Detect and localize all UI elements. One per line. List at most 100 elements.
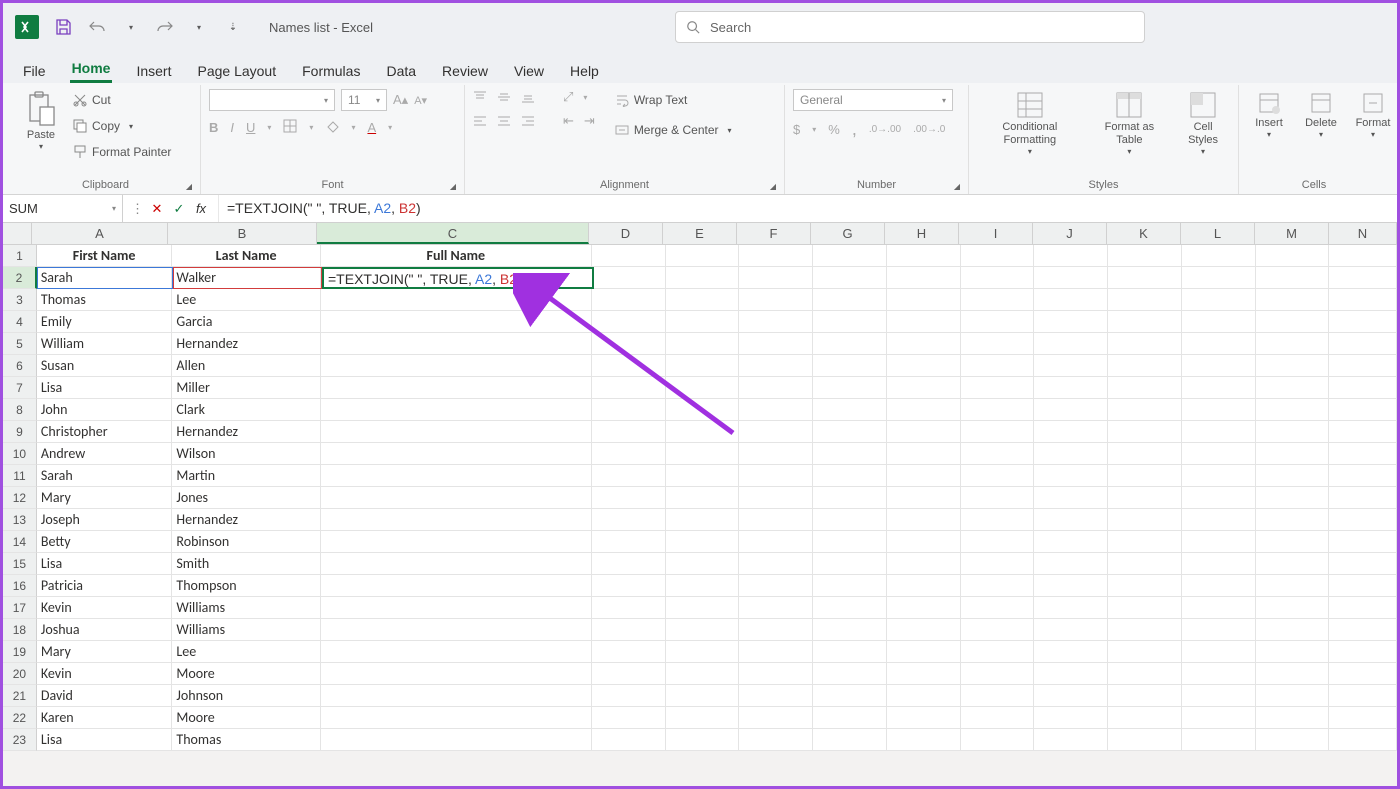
cell-K9[interactable] <box>1108 421 1182 443</box>
cell-N8[interactable] <box>1329 399 1397 421</box>
cell-L8[interactable] <box>1182 399 1256 421</box>
align-center-icon[interactable] <box>497 114 511 128</box>
cell-M14[interactable] <box>1256 531 1330 553</box>
cell-N11[interactable] <box>1329 465 1397 487</box>
cell-F23[interactable] <box>739 729 813 751</box>
increase-indent-icon[interactable]: ⇥ <box>584 113 595 129</box>
cell-K23[interactable] <box>1108 729 1182 751</box>
paste-button[interactable]: Paste ▾ <box>19 89 63 154</box>
cell-I6[interactable] <box>961 355 1035 377</box>
cell-G2[interactable] <box>813 267 887 289</box>
cell-J6[interactable] <box>1034 355 1108 377</box>
cell-I23[interactable] <box>961 729 1035 751</box>
formula-input[interactable]: =TEXTJOIN(" ", TRUE, A2, B2) <box>219 200 1397 217</box>
cell-M6[interactable] <box>1256 355 1330 377</box>
cell-J14[interactable] <box>1034 531 1108 553</box>
cell-C19[interactable] <box>321 641 592 663</box>
cell-N3[interactable] <box>1329 289 1397 311</box>
cell-H16[interactable] <box>887 575 961 597</box>
cell-D23[interactable] <box>592 729 666 751</box>
cell-M23[interactable] <box>1256 729 1330 751</box>
cell-E11[interactable] <box>666 465 740 487</box>
cell-B7[interactable]: Miller <box>172 377 320 399</box>
tab-home[interactable]: Home <box>70 56 113 83</box>
cell-I1[interactable] <box>961 245 1035 267</box>
cell-H13[interactable] <box>887 509 961 531</box>
cell-G20[interactable] <box>813 663 887 685</box>
cell-B4[interactable]: Garcia <box>172 311 320 333</box>
cell-B1[interactable]: Last Name <box>172 245 320 267</box>
cell-A8[interactable]: John <box>37 399 173 421</box>
decrease-font-icon[interactable]: A▾ <box>414 94 427 107</box>
row-header-4[interactable]: 4 <box>3 311 37 333</box>
save-icon[interactable] <box>51 15 75 39</box>
cell-E4[interactable] <box>666 311 740 333</box>
cell-J17[interactable] <box>1034 597 1108 619</box>
cell-G3[interactable] <box>813 289 887 311</box>
redo-icon[interactable] <box>153 15 177 39</box>
cell-F12[interactable] <box>739 487 813 509</box>
cell-I13[interactable] <box>961 509 1035 531</box>
cell-F14[interactable] <box>739 531 813 553</box>
cell-M21[interactable] <box>1256 685 1330 707</box>
cell-I10[interactable] <box>961 443 1035 465</box>
cell-F21[interactable] <box>739 685 813 707</box>
row-header-19[interactable]: 19 <box>3 641 37 663</box>
cell-E7[interactable] <box>666 377 740 399</box>
cell-I12[interactable] <box>961 487 1035 509</box>
cell-M16[interactable] <box>1256 575 1330 597</box>
row-header-22[interactable]: 22 <box>3 707 37 729</box>
cell-L15[interactable] <box>1182 553 1256 575</box>
cell-G1[interactable] <box>813 245 887 267</box>
cell-I19[interactable] <box>961 641 1035 663</box>
cell-B23[interactable]: Thomas <box>172 729 320 751</box>
cell-D8[interactable] <box>592 399 666 421</box>
cell-H5[interactable] <box>887 333 961 355</box>
cell-K20[interactable] <box>1108 663 1182 685</box>
cell-A6[interactable]: Susan <box>37 355 173 377</box>
cell-N6[interactable] <box>1329 355 1397 377</box>
cell-M15[interactable] <box>1256 553 1330 575</box>
row-header-17[interactable]: 17 <box>3 597 37 619</box>
active-cell-c2[interactable]: =TEXTJOIN(" ", TRUE, A2, B2) <box>322 267 594 289</box>
cell-C4[interactable] <box>321 311 592 333</box>
select-all-corner[interactable] <box>3 223 32 244</box>
cancel-formula-icon[interactable]: ✕ <box>148 201 166 217</box>
cell-C11[interactable] <box>321 465 592 487</box>
cell-N15[interactable] <box>1329 553 1397 575</box>
name-box[interactable]: SUM▾ <box>3 195 123 222</box>
col-header-H[interactable]: H <box>885 223 959 244</box>
cell-N9[interactable] <box>1329 421 1397 443</box>
cell-F3[interactable] <box>739 289 813 311</box>
cell-A15[interactable]: Lisa <box>37 553 173 575</box>
cell-E12[interactable] <box>666 487 740 509</box>
cell-B15[interactable]: Smith <box>172 553 320 575</box>
tab-file[interactable]: File <box>21 59 48 83</box>
row-header-20[interactable]: 20 <box>3 663 37 685</box>
wrap-text-button[interactable]: Wrap Text <box>613 89 734 111</box>
tab-help[interactable]: Help <box>568 59 601 83</box>
cell-F8[interactable] <box>739 399 813 421</box>
cell-C20[interactable] <box>321 663 592 685</box>
cell-E3[interactable] <box>666 289 740 311</box>
col-header-F[interactable]: F <box>737 223 811 244</box>
cell-B19[interactable]: Lee <box>172 641 320 663</box>
cell-E16[interactable] <box>666 575 740 597</box>
cell-D13[interactable] <box>592 509 666 531</box>
cell-F18[interactable] <box>739 619 813 641</box>
cut-button[interactable]: Cut <box>71 89 173 111</box>
cell-M3[interactable] <box>1256 289 1330 311</box>
cell-I8[interactable] <box>961 399 1035 421</box>
cell-B3[interactable]: Lee <box>172 289 320 311</box>
row-header-23[interactable]: 23 <box>3 729 37 751</box>
align-middle-icon[interactable] <box>497 90 511 104</box>
cell-N7[interactable] <box>1329 377 1397 399</box>
cell-D19[interactable] <box>592 641 666 663</box>
cell-C17[interactable] <box>321 597 592 619</box>
cell-B18[interactable]: Williams <box>172 619 320 641</box>
cell-H17[interactable] <box>887 597 961 619</box>
cell-F19[interactable] <box>739 641 813 663</box>
cell-B13[interactable]: Hernandez <box>172 509 320 531</box>
col-header-N[interactable]: N <box>1329 223 1397 244</box>
cell-B6[interactable]: Allen <box>172 355 320 377</box>
